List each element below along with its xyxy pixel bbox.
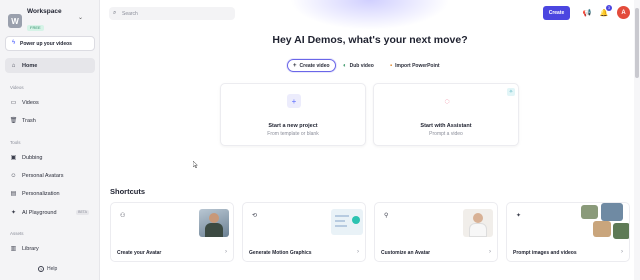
dub-video-pill[interactable]: ◐ Dub video [343,59,374,72]
workspace-switcher[interactable]: W Workspace FREE [8,8,62,34]
create-video-pill[interactable]: + Create video [287,59,336,72]
help-icon: ? [38,266,44,272]
sidebar-item-dubbing[interactable]: ▣ Dubbing [5,150,95,165]
image-thumbnail [601,203,623,221]
image-thumbnail [613,223,629,239]
shortcut-label: Generate Motion Graphics [249,250,312,256]
sidebar-item-home[interactable]: ⌂ Home [5,58,95,73]
create-button[interactable]: Create [543,6,570,20]
personalization-icon: ▤ [10,191,17,197]
card-title: Start with Assistant [420,123,472,129]
search-icon: ⌕ [113,10,117,16]
chevron-right-icon: › [489,249,491,255]
pill-label: Import PowerPoint [395,62,440,69]
home-icon: ⌂ [11,62,16,69]
customize-avatar-icon: ⚲ [384,213,389,219]
image-thumbnail [581,205,598,219]
chevron-down-icon[interactable]: ⌄ [78,14,83,21]
workspace-avatar: W [8,14,22,28]
beta-badge: BETA [76,210,89,215]
sidebar-item-label: Trash [22,117,36,124]
trash-icon: 🗑 [9,118,18,124]
lightning-icon: ϟ [12,40,16,46]
sidebar-item-personalization[interactable]: ▤ Personalization [5,186,95,201]
card-subtitle: From template or blank [267,131,319,137]
chevron-right-icon: › [357,249,359,255]
motion-graphics-icon: ⟲ [252,213,258,219]
new-project-card[interactable]: + Start a new project From template or b… [220,83,366,146]
card-title: Start a new project [268,123,318,129]
sidebar-item-library[interactable]: ▥ Library [5,241,95,256]
image-thumbnail [593,221,611,237]
pill-label: Create video [299,62,330,69]
card-subtitle: Prompt a video [429,131,463,137]
shortcuts-title: Shortcuts [110,187,146,196]
shortcut-prompt-images[interactable]: ✦ Prompt images and videos › [506,202,630,262]
plus-icon: + [287,94,301,108]
assistant-card[interactable]: ✧ ◌ Start with Assistant Prompt a video [373,83,519,146]
section-assets: Assets [10,231,24,236]
sidebar-item-label: Home [22,62,38,69]
avatar-thumbnail [463,209,493,237]
announcement-icon[interactable]: 📢 [582,8,592,18]
workspace-name: Workspace [27,8,62,15]
section-tools: Tools [10,140,21,145]
chevron-right-icon: › [621,249,623,255]
import-powerpoint-pill[interactable]: ▪ Import PowerPoint [390,59,440,72]
avatar-icon: ☺ [10,172,17,179]
sparkle-icon: ✦ [10,210,17,216]
shortcut-label: Create your Avatar [117,250,162,256]
user-avatar[interactable]: A [617,6,630,19]
sparkle-icon: ✦ [516,213,522,219]
sidebar-item-label: Videos [22,99,39,106]
help-button[interactable]: ? Help [38,266,57,272]
sidebar-item-label: AI Playground [22,209,57,216]
scrollbar-thumb[interactable] [635,8,639,78]
dub-icon: ◐ [343,62,347,69]
shortcut-label: Prompt images and videos [513,250,577,256]
library-icon: ▥ [10,246,17,252]
plus-icon: + [293,62,297,69]
search-placeholder: Search [122,10,138,17]
sidebar-item-personal-avatars[interactable]: ☺ Personal Avatars [5,168,95,183]
video-icon: ▭ [10,100,17,106]
hero-glow [290,0,450,30]
shortcut-motion-graphics[interactable]: ⟲ Generate Motion Graphics › [242,202,366,262]
shortcut-customize-avatar[interactable]: ⚲ Customize an Avatar › [374,202,498,262]
sidebar-item-ai-playground[interactable]: ✦ AI Playground BETA [5,205,95,220]
page-title: Hey AI Demos, what's your next move? [272,34,468,46]
sidebar-item-label: Personalization [22,190,60,197]
chevron-right-icon: › [225,249,227,255]
powerpoint-icon: ▪ [390,62,393,69]
sidebar-item-label: Personal Avatars [22,172,64,179]
shortcut-create-avatar[interactable]: ⚇ Create your Avatar › [110,202,234,262]
notification-count: 3 [606,5,612,11]
sparkle-icon: ✧ [507,88,515,96]
help-label: Help [47,266,58,272]
sidebar-item-trash[interactable]: 🗑 Trash [5,113,95,128]
sidebar-item-videos[interactable]: ▭ Videos [5,95,95,110]
assistant-icon: ◌ [444,96,450,106]
person-icon: ⚇ [120,213,126,219]
dubbing-icon: ▣ [10,155,17,161]
avatar-thumbnail [199,209,229,237]
motion-graphics-thumbnail [331,209,363,235]
sidebar-item-label: Dubbing [22,154,43,161]
plan-badge: FREE [27,25,44,31]
shortcut-label: Customize an Avatar [381,250,431,256]
power-up-button[interactable]: ϟ Power up your videos [5,36,95,51]
sidebar-item-label: Library [22,245,39,252]
sidebar: W Workspace FREE ⌄ ϟ Power up your video… [0,0,100,280]
search-input[interactable]: ⌕ Search [109,7,235,20]
mouse-cursor-icon [193,161,198,168]
pill-label: Dub video [349,62,374,69]
power-up-label: Power up your videos [20,40,72,47]
section-videos: Videos [10,85,24,90]
